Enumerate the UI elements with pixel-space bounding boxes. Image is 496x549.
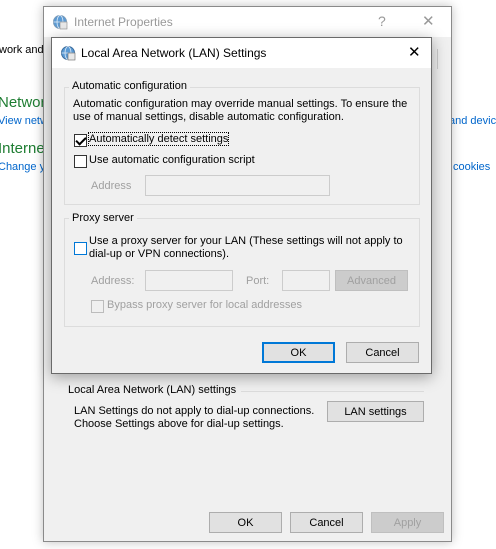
background-change-link[interactable]: Change y (0, 161, 45, 173)
script-address-field[interactable] (145, 175, 330, 196)
lan-description-line-2: Choose Settings above for dial-up settin… (74, 418, 284, 430)
lan-section-divider (241, 391, 424, 392)
script-address-label: Address (91, 180, 132, 192)
lan-section-title: Local Area Network (LAN) settings (68, 384, 237, 396)
automatic-configuration-legend: Automatic configuration (69, 80, 190, 92)
background-tab-fragment: work and (0, 44, 44, 56)
proxy-port-field[interactable] (282, 270, 330, 291)
advanced-button[interactable]: Advanced (335, 270, 408, 291)
auto-config-description-line-2: use of manual settings, disable automati… (73, 111, 344, 123)
tab-strip-edge (437, 49, 438, 69)
auto-detect-checkbox[interactable] (74, 134, 87, 147)
internet-options-icon (53, 15, 68, 30)
proxy-port-label: Port: (246, 275, 270, 287)
proxy-server-legend: Proxy server (69, 212, 137, 224)
auto-config-description-line-1: Automatic configuration may override man… (73, 98, 408, 110)
bypass-local-label[interactable]: Bypass proxy server for local addresses (107, 299, 302, 311)
background-right-link-cookies[interactable]: cookies (453, 161, 490, 173)
lan-cancel-button[interactable]: Cancel (346, 342, 419, 363)
use-proxy-checkbox[interactable] (74, 242, 87, 255)
background-view-link[interactable]: View netw (0, 115, 48, 127)
help-button[interactable]: ? (378, 13, 386, 29)
proxy-address-field[interactable] (145, 270, 233, 291)
use-config-script-label[interactable]: Use automatic configuration script (89, 154, 255, 166)
auto-detect-label[interactable]: Automatically detect settings (87, 132, 230, 146)
use-proxy-label-line-2[interactable]: dial-up or VPN connections). (89, 248, 229, 260)
background-right-link-devices[interactable]: and devic (449, 115, 496, 127)
lan-description-line-1: LAN Settings do not apply to dial-up con… (74, 405, 315, 417)
cancel-button[interactable]: Cancel (290, 512, 363, 533)
background-network-heading: Networ (0, 94, 46, 111)
network-globe-icon (61, 46, 76, 61)
ok-button[interactable]: OK (209, 512, 282, 533)
internet-properties-titlebar: Internet Properties ? ✕ (44, 7, 451, 37)
apply-button[interactable]: Apply (371, 512, 444, 533)
lan-dialog-title: Local Area Network (LAN) Settings (81, 46, 267, 60)
lan-settings-button[interactable]: LAN settings (327, 401, 424, 422)
background-internet-heading: Interne (0, 140, 45, 157)
close-icon[interactable]: ✕ (408, 43, 421, 61)
use-proxy-label-line-1[interactable]: Use a proxy server for your LAN (These s… (89, 235, 403, 247)
lan-settings-dialog: Local Area Network (LAN) Settings ✕ Auto… (51, 37, 432, 374)
lan-dialog-titlebar: Local Area Network (LAN) Settings ✕ (52, 38, 431, 68)
close-icon[interactable]: ✕ (422, 12, 435, 30)
use-config-script-checkbox[interactable] (74, 155, 87, 168)
proxy-address-label: Address: (91, 275, 135, 287)
bypass-local-checkbox[interactable] (91, 300, 104, 313)
lan-ok-button[interactable]: OK (262, 342, 335, 363)
internet-properties-title: Internet Properties (74, 15, 173, 29)
